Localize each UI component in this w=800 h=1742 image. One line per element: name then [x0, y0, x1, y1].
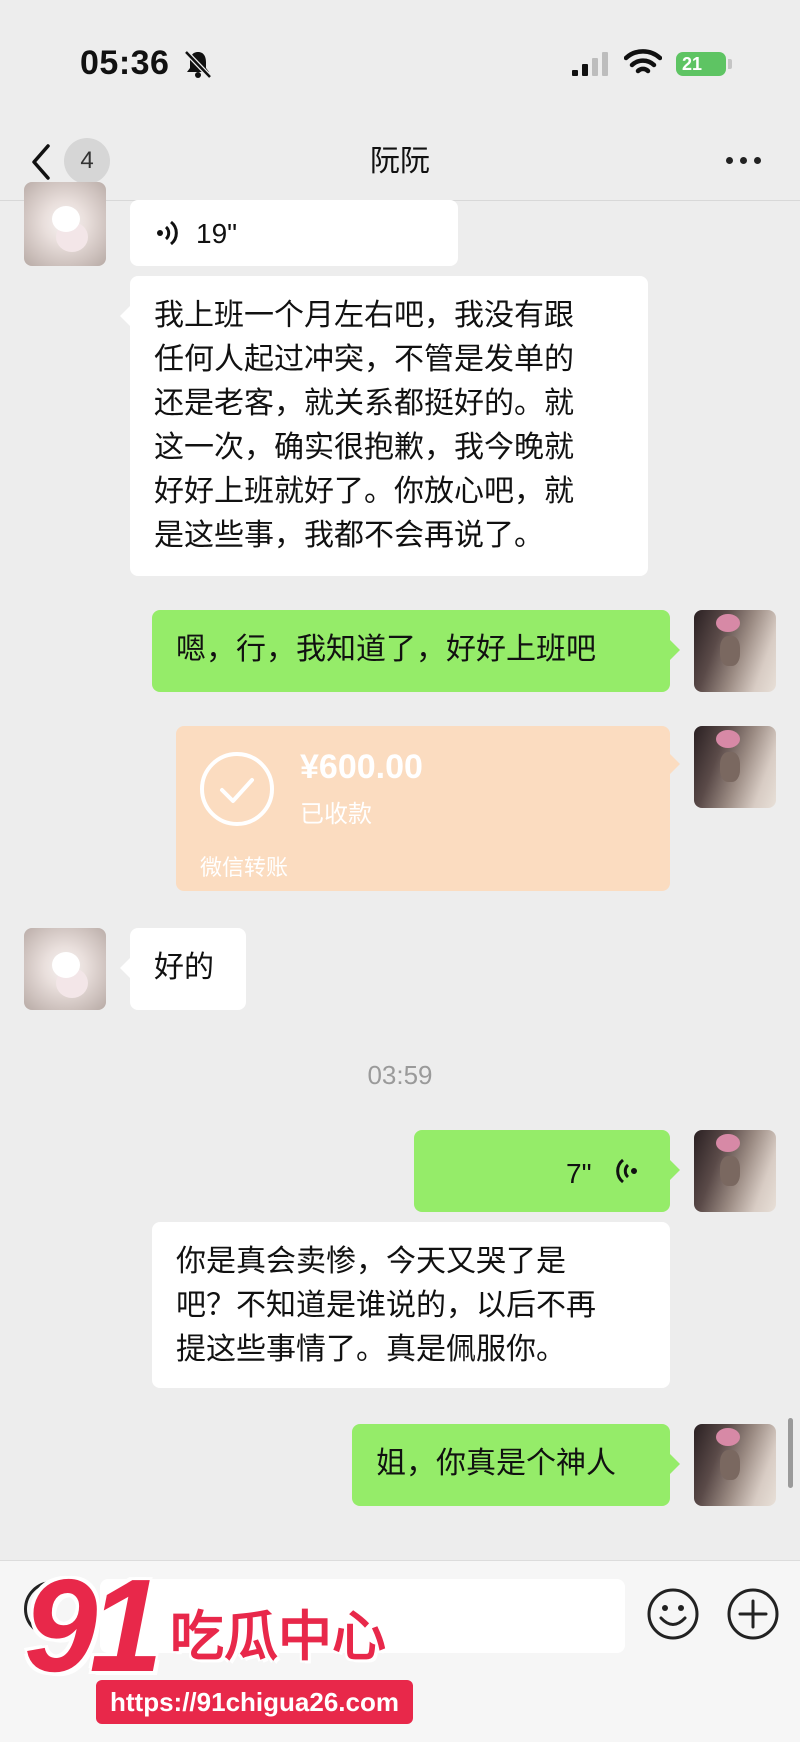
watermark-number: 91	[24, 1552, 163, 1699]
message-line: 我上班一个月左右吧，我没有跟	[154, 298, 574, 333]
contact-avatar[interactable]	[24, 182, 106, 266]
message-line: 提这些事情了。真是佩服你。	[176, 1332, 566, 1367]
watermark-name: 吃瓜中心	[170, 1605, 386, 1668]
voice-transcript[interactable]: 你是真会卖惨，今天又哭了是 吧？不知道是谁说的，以后不再 提这些事情了。真是佩服…	[152, 1222, 670, 1388]
battery-charging-icon: 21	[676, 52, 726, 76]
plus-icon[interactable]	[726, 1587, 780, 1641]
text-message[interactable]: 嗯，行，我知道了，好好上班吧	[152, 610, 680, 692]
chat-title: 阮阮	[370, 144, 430, 179]
transfer-card[interactable]: ¥600.00 已收款 微信转账	[176, 726, 680, 891]
check-circle-icon	[200, 752, 274, 826]
message-text: 好的	[154, 950, 214, 985]
watermark-logo: 91 吃瓜中心 https://91chigua26.com	[24, 1552, 413, 1733]
voice-message[interactable]: 7"	[414, 1130, 680, 1212]
text-message[interactable]: 我上班一个月左右吧，我没有跟 任何人起过冲突，不管是发单的 还是老客，就关系都挺…	[120, 276, 648, 576]
text-message[interactable]: 好的	[120, 928, 246, 1010]
message-text: 姐，你真是个神人	[376, 1446, 616, 1481]
voice-duration: 19"	[196, 218, 238, 249]
message-line: 吧？不知道是谁说的，以后不再	[176, 1288, 596, 1323]
message-line: 好好上班就好了。你放心吧，就	[154, 474, 574, 509]
bell-muted-icon	[184, 50, 212, 79]
self-avatar[interactable]	[694, 1130, 776, 1212]
battery-tip	[728, 59, 732, 69]
bubble-tail	[120, 306, 130, 326]
message-line: 还是老客，就关系都挺好的。就	[154, 386, 574, 421]
scrollbar[interactable]	[788, 1418, 793, 1488]
voice-message[interactable]: 19"	[130, 200, 458, 266]
transfer-status: 已收款	[300, 800, 372, 828]
battery-level: 21	[682, 54, 703, 74]
contact-avatar[interactable]	[24, 928, 106, 1010]
status-bar: 05:36 21	[0, 0, 800, 120]
voice-duration: 7"	[566, 1158, 592, 1189]
self-avatar[interactable]	[694, 1424, 776, 1506]
bubble-tail	[120, 958, 130, 978]
transfer-amount: ¥600.00	[300, 748, 423, 786]
status-time: 05:36	[80, 44, 170, 82]
signal-icon	[572, 52, 608, 76]
message-line: 任何人起过冲突，不管是发单的	[154, 342, 574, 377]
bubble-tail	[670, 1454, 680, 1474]
chat-header: 4 阮阮	[0, 120, 800, 201]
voice-wave-icon	[616, 1158, 637, 1184]
message-line: 你是真会卖惨，今天又哭了是	[176, 1244, 566, 1279]
message-line: 是这些事，我都不会再说了。	[154, 518, 544, 553]
bubble-tail	[670, 754, 680, 774]
emoji-icon[interactable]	[646, 1587, 700, 1641]
self-avatar[interactable]	[694, 610, 776, 692]
watermark-url: https://91chigua26.com	[96, 1680, 413, 1724]
self-avatar[interactable]	[694, 726, 776, 808]
wifi-icon	[624, 49, 662, 74]
text-message[interactable]: 姐，你真是个神人	[352, 1424, 680, 1506]
message-text: 嗯，行，我知道了，好好上班吧	[176, 632, 596, 667]
bubble-tail	[670, 1160, 680, 1180]
voice-wave-icon	[157, 220, 178, 246]
message-timestamp: 03:59	[367, 1060, 433, 1090]
message-line: 这一次，确实很抱歉，我今晚就	[154, 430, 574, 465]
bubble-tail	[670, 640, 680, 660]
more-icon[interactable]	[720, 142, 770, 178]
transfer-footer: 微信转账	[200, 856, 289, 881]
